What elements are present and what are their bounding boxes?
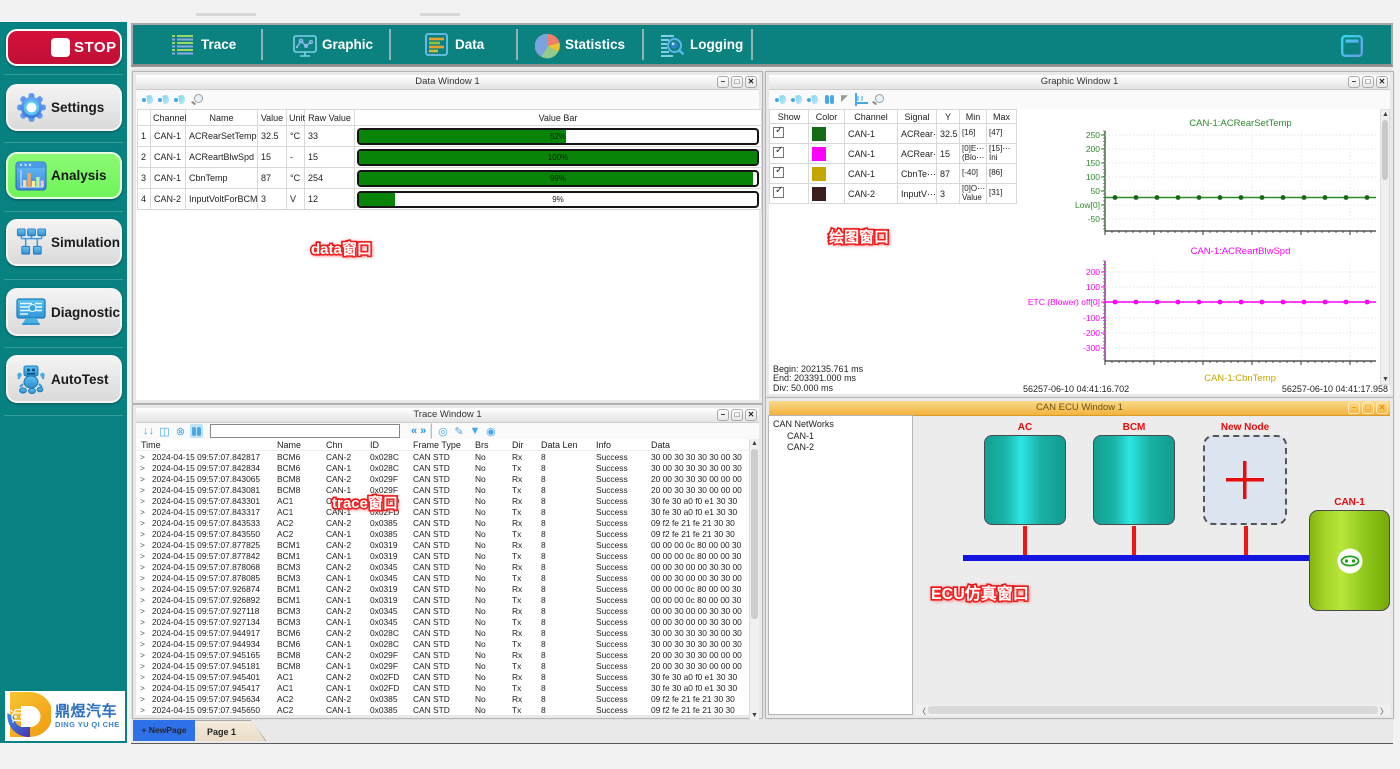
svg-text:100: 100 [1086, 172, 1100, 182]
svg-text:-300: -300 [1083, 343, 1100, 353]
svg-text:CAN-1:CbnTemp: CAN-1:CbnTemp [1204, 373, 1276, 384]
svg-text:50: 50 [1091, 186, 1101, 196]
svg-text:-100: -100 [1083, 313, 1100, 323]
svg-text:-50: -50 [1088, 214, 1101, 224]
svg-text:CAN-1:ACReartBlwSpd: CAN-1:ACReartBlwSpd [1191, 246, 1291, 257]
svg-text:250: 250 [1086, 130, 1100, 140]
svg-text:-200: -200 [1083, 328, 1100, 338]
svg-text:200: 200 [1086, 144, 1100, 154]
svg-text:100: 100 [1086, 282, 1100, 292]
svg-text:CAN-1:ACRearSetTemp: CAN-1:ACRearSetTemp [1189, 118, 1291, 129]
svg-text:150: 150 [1086, 158, 1100, 168]
svg-text:ETC (Blower) off[0]: ETC (Blower) off[0] [1028, 297, 1100, 307]
svg-text:Low[0]: Low[0] [1075, 200, 1100, 210]
svg-text:200: 200 [1086, 267, 1100, 277]
